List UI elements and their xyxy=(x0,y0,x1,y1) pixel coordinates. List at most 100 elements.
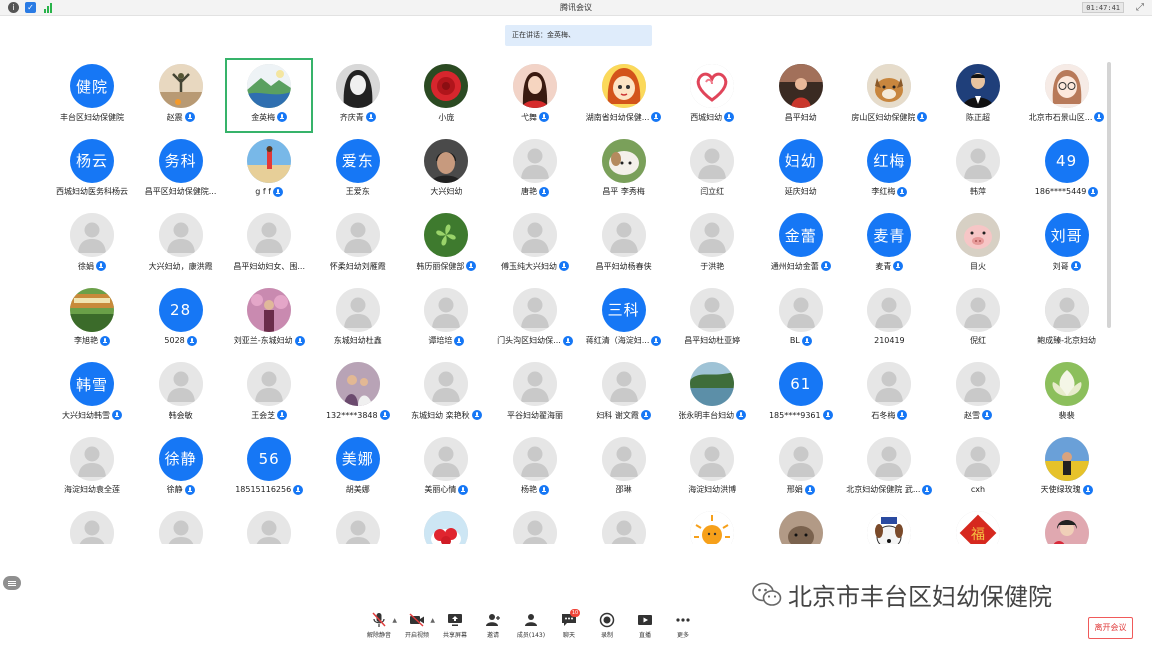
participant-tile[interactable] xyxy=(402,505,490,544)
participant-tile[interactable]: 东城妇幼 栾艳秋 xyxy=(402,356,490,431)
participant-tile[interactable]: 金蕾 通州妇幼金蕾 xyxy=(757,207,845,282)
participant-tile[interactable]: 美娜 胡美娜 xyxy=(314,431,402,506)
participant-tile[interactable]: g f f xyxy=(225,133,313,208)
participant-tile[interactable]: 56 18515116256 xyxy=(225,431,313,506)
participant-tile[interactable]: 昌平 李秀梅 xyxy=(580,133,668,208)
participant-tile[interactable] xyxy=(668,505,756,544)
share-button[interactable]: 共享屏幕 xyxy=(436,612,474,642)
participant-tile[interactable]: 北京妇幼保健院 武... xyxy=(845,431,933,506)
participant-tile[interactable]: 昌平妇幼 xyxy=(757,58,845,133)
participant-tile[interactable]: 杨艳 xyxy=(491,431,579,506)
participant-tile[interactable]: cxh xyxy=(934,431,1022,506)
participant-tile[interactable]: 210419 xyxy=(845,282,933,357)
participant-tile[interactable] xyxy=(1023,505,1111,544)
participant-tile[interactable] xyxy=(580,505,668,544)
leave-meeting-button[interactable]: 离开会议 xyxy=(1088,617,1133,639)
participant-tile[interactable]: 陈正超 xyxy=(934,58,1022,133)
participant-tile[interactable]: 福 xyxy=(934,505,1022,544)
participant-tile[interactable]: 邢娟 xyxy=(757,431,845,506)
participant-tile[interactable] xyxy=(225,505,313,544)
participant-tile[interactable]: 爱东 王爱东 xyxy=(314,133,402,208)
record-button[interactable]: 录制 xyxy=(588,612,626,642)
participant-tile[interactable]: 邵琳 xyxy=(580,431,668,506)
participant-tile[interactable]: 鲍成臻-北京妇幼 xyxy=(1023,282,1111,357)
participant-tile[interactable]: 唐艳 xyxy=(491,133,579,208)
participant-tile[interactable]: 昌平妇幼杜亚婷 xyxy=(668,282,756,357)
participant-tile[interactable]: 金英梅 xyxy=(225,58,314,133)
participant-tile[interactable]: 刘哥 刘哥 xyxy=(1023,207,1111,282)
participant-tile[interactable]: 132****3848 xyxy=(314,356,402,431)
participant-tile[interactable]: 海淀妇幼洪博 xyxy=(668,431,756,506)
participant-tile[interactable]: 石冬梅 xyxy=(845,356,933,431)
grid-scrollbar[interactable] xyxy=(1107,62,1111,328)
participant-tile[interactable]: 49 186****5449 xyxy=(1023,133,1111,208)
participant-tile[interactable]: 弋舞 xyxy=(491,58,579,133)
chat-button[interactable]: 10 聊天 xyxy=(550,609,588,642)
participant-tile[interactable]: 大兴妇幼，康洪霞 xyxy=(137,207,225,282)
participant-tile[interactable]: 海淀妇幼袁全莲 xyxy=(48,431,136,506)
participant-tile[interactable]: 平谷妇幼翟海丽 xyxy=(491,356,579,431)
participant-tile[interactable]: 北京市石景山区... xyxy=(1023,58,1111,133)
participant-tile[interactable]: 闫立红 xyxy=(668,133,756,208)
participant-tile[interactable]: 红梅 李红梅 xyxy=(845,133,933,208)
participant-tile[interactable]: 傅玉纯大兴妇幼 xyxy=(491,207,579,282)
participant-tile[interactable]: 张永明丰台妇幼 xyxy=(668,356,756,431)
participant-tile[interactable]: 李旭艳 xyxy=(48,282,136,357)
participant-tile[interactable]: 妇科 谢文霞 xyxy=(580,356,668,431)
video-button[interactable]: 开启视频 ▲ xyxy=(398,612,436,642)
participant-tile[interactable] xyxy=(137,505,225,544)
participant-tile[interactable]: 大兴妇幼 xyxy=(402,133,490,208)
participant-tile[interactable]: 裴裴 xyxy=(1023,356,1111,431)
participant-tile[interactable]: 28 5028 xyxy=(137,282,225,357)
participant-tile[interactable]: 美丽心情 xyxy=(402,431,490,506)
participant-tile[interactable] xyxy=(314,505,402,544)
participant-tile[interactable]: 门头沟区妇幼保... xyxy=(491,282,579,357)
participant-tile[interactable]: 徐娟 xyxy=(48,207,136,282)
participant-tile[interactable]: 三科 蒋红清（海淀妇... xyxy=(580,282,668,357)
participant-tile[interactable]: 61 185****9361 xyxy=(757,356,845,431)
members-button[interactable]: 成员(143) xyxy=(512,612,550,642)
participant-tile[interactable]: 务科 昌平区妇幼保健院... xyxy=(137,133,225,208)
fullscreen-icon[interactable]: ⤢ xyxy=(1136,2,1144,13)
participant-tile[interactable]: 徐静 徐静 xyxy=(137,431,225,506)
participant-tile[interactable]: 西城妇幼 xyxy=(668,58,756,133)
participant-tile[interactable]: 赵震 xyxy=(137,58,225,133)
participant-tile[interactable]: 昌平妇幼妇女、围... xyxy=(225,207,313,282)
participant-tile[interactable]: 房山区妇幼保健院 xyxy=(845,58,933,133)
participant-tile[interactable]: 刘亚兰-东城妇幼 xyxy=(225,282,313,357)
participant-tile[interactable]: BL xyxy=(757,282,845,357)
participant-tile[interactable]: 怀柔妇幼刘雁霞 xyxy=(314,207,402,282)
participant-tile[interactable]: 赵雪 xyxy=(934,356,1022,431)
live-button[interactable]: 直播 xyxy=(626,612,664,642)
participant-tile[interactable]: 麦青 麦青 xyxy=(845,207,933,282)
participant-tile[interactable] xyxy=(845,505,933,544)
participant-tile[interactable]: 昌平妇幼杨春侠 xyxy=(580,207,668,282)
participant-tile[interactable]: 湖南省妇幼保健... xyxy=(580,58,668,133)
participant-tile[interactable]: 于洪艳 xyxy=(668,207,756,282)
more-button[interactable]: 更多 xyxy=(664,612,702,642)
participant-tile[interactable] xyxy=(757,505,845,544)
participant-tile[interactable]: 倪红 xyxy=(934,282,1022,357)
participant-tile[interactable]: 东城妇幼杜鑫 xyxy=(314,282,402,357)
participant-tile[interactable]: 齐庆青 xyxy=(314,58,402,133)
participant-grid[interactable]: 健院 丰台区妇幼保健院 赵震 金英梅 齐庆青 小庞 弋舞 湖南省妇幼保健... 西城妇幼 昌平妇幼… xyxy=(48,58,1114,544)
participant-tile[interactable]: 韩会敏 xyxy=(137,356,225,431)
participant-tile[interactable]: 杨云 西城妇幼医务科杨云 xyxy=(48,133,136,208)
participant-tile[interactable]: 谭培培 xyxy=(402,282,490,357)
participant-tile[interactable]: 健院 丰台区妇幼保健院 xyxy=(48,58,136,133)
participant-tile[interactable] xyxy=(491,505,579,544)
participant-tile[interactable]: 韩萍 xyxy=(934,133,1022,208)
participant-tile[interactable]: 小庞 xyxy=(402,58,490,133)
participant-tile[interactable]: 目火 xyxy=(934,207,1022,282)
caret-up-icon[interactable]: ▲ xyxy=(430,617,435,624)
unmute-button[interactable]: 解除静音 ▲ xyxy=(360,612,398,642)
participant-tile[interactable]: 韩雪 大兴妇幼韩雪 xyxy=(48,356,136,431)
participant-tile[interactable]: 韩历丽保健部 xyxy=(402,207,490,282)
participant-tile[interactable]: 妇幼 延庆妇幼 xyxy=(757,133,845,208)
participant-tile[interactable]: 天使绿玫瑰 xyxy=(1023,431,1111,506)
side-chat-toggle[interactable] xyxy=(3,576,21,590)
participant-tile[interactable]: 王会芝 xyxy=(225,356,313,431)
invite-button[interactable]: 邀请 xyxy=(474,612,512,642)
caret-up-icon[interactable]: ▲ xyxy=(392,617,397,624)
participant-tile[interactable] xyxy=(48,505,136,544)
